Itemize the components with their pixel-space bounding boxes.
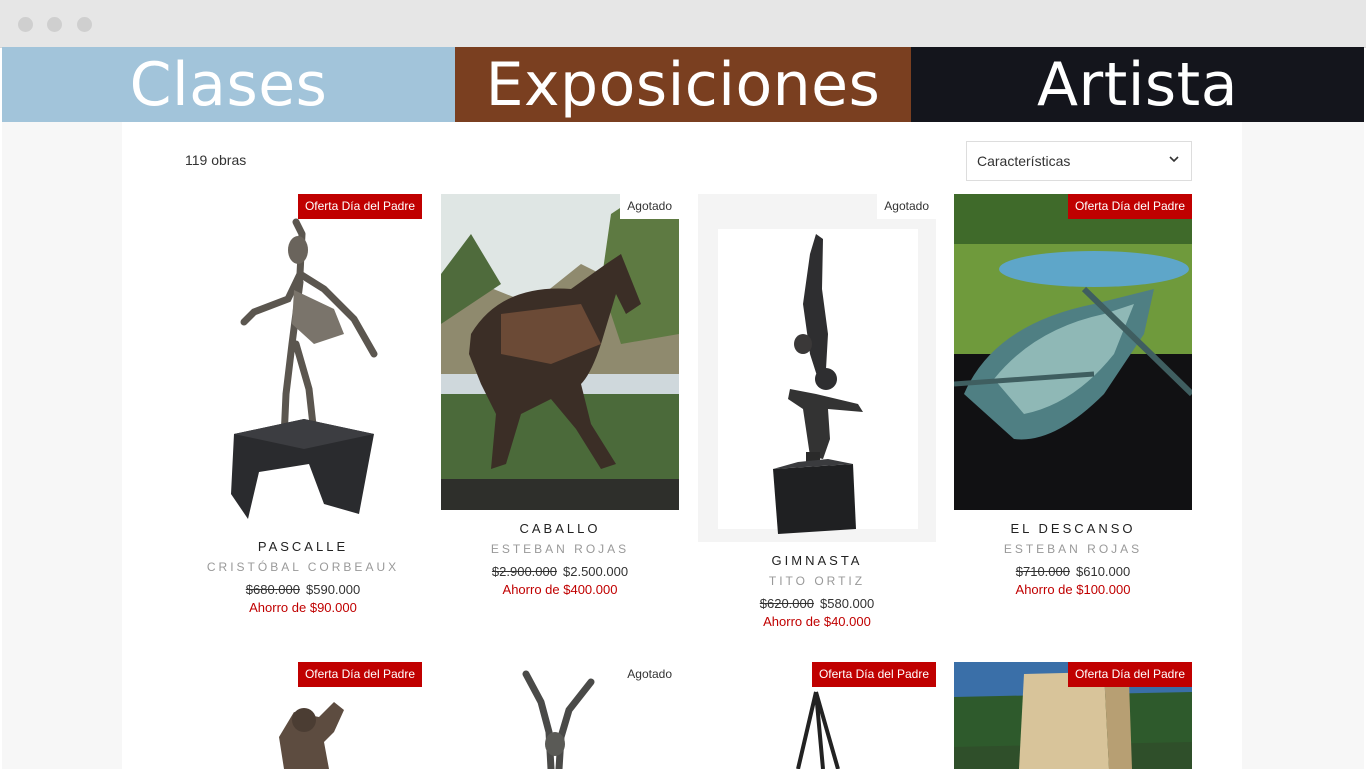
chevron-down-icon bbox=[1169, 156, 1179, 163]
sale-badge: Oferta Día del Padre bbox=[1067, 194, 1192, 219]
product-info: EL DESCANSO ESTEBAN ROJAS $710.000 $610.0… bbox=[954, 521, 1192, 597]
window-close-dot[interactable] bbox=[18, 17, 33, 32]
product-info: CABALLO ESTEBAN ROJAS $2.900.000 $2.500.0… bbox=[441, 521, 679, 597]
sale-price: $2.500.000 bbox=[563, 564, 629, 579]
nav-item-exposiciones[interactable]: Exposiciones bbox=[455, 47, 911, 122]
sale-badge: Oferta Día del Padre bbox=[297, 194, 422, 219]
soldout-badge: Agotado bbox=[620, 194, 679, 219]
saving-label: Ahorro de $100.000 bbox=[1015, 582, 1131, 597]
old-price: $680.000 bbox=[245, 582, 300, 597]
browser-window-bar bbox=[0, 0, 1366, 48]
product-artist[interactable]: ESTEBAN ROJAS bbox=[954, 542, 1192, 556]
nav-item-clases[interactable]: Clases bbox=[2, 47, 455, 122]
sale-price: $580.000 bbox=[820, 596, 875, 611]
window-maximize-dot[interactable] bbox=[77, 17, 92, 32]
product-prices: $710.000 $610.000 bbox=[954, 564, 1192, 579]
old-price: $2.900.000 bbox=[491, 564, 557, 579]
nav-item-artista[interactable]: Artista bbox=[911, 47, 1364, 122]
window-minimize-dot[interactable] bbox=[47, 17, 62, 32]
saving-label: Ahorro de $400.000 bbox=[502, 582, 618, 597]
product-title[interactable]: EL DESCANSO bbox=[954, 521, 1192, 536]
sale-price: $590.000 bbox=[306, 582, 361, 597]
product-image[interactable] bbox=[184, 194, 422, 524]
product-prices: $620.000 $580.000 bbox=[698, 596, 936, 611]
sculpture-dancer-image bbox=[184, 194, 422, 524]
sculpture-gymnast-image bbox=[698, 194, 936, 542]
sculpture-horse-image bbox=[441, 194, 679, 510]
sort-selected-value: Características bbox=[977, 153, 1071, 169]
product-image[interactable] bbox=[441, 194, 679, 510]
product-title[interactable]: GIMNASTA bbox=[698, 553, 936, 568]
product-image[interactable] bbox=[698, 194, 936, 542]
sale-badge: Oferta Día del Padre bbox=[1067, 662, 1192, 687]
product-count: 119 obras bbox=[185, 152, 247, 168]
product-image[interactable] bbox=[954, 194, 1192, 510]
product-info: GIMNASTA TITO ORTIZ $620.000 $580.000 Aho… bbox=[698, 553, 936, 629]
product-artist[interactable]: CRISTÓBAL CORBEAUX bbox=[184, 560, 422, 574]
soldout-badge: Agotado bbox=[620, 662, 679, 687]
old-price: $710.000 bbox=[1015, 564, 1070, 579]
saving-label: Ahorro de $90.000 bbox=[249, 600, 357, 615]
sale-price: $610.000 bbox=[1076, 564, 1131, 579]
soldout-badge: Agotado bbox=[877, 194, 936, 219]
sculpture-boat-image bbox=[954, 194, 1192, 510]
product-title[interactable]: PASCALLE bbox=[184, 539, 422, 554]
product-artist[interactable]: TITO ORTIZ bbox=[698, 574, 936, 588]
product-artist[interactable]: ESTEBAN ROJAS bbox=[441, 542, 679, 556]
sale-badge: Oferta Día del Padre bbox=[811, 662, 936, 687]
product-prices: $2.900.000 $2.500.000 bbox=[441, 564, 679, 579]
product-info: PASCALLE CRISTÓBAL CORBEAUX $680.000 $590… bbox=[184, 539, 422, 615]
sale-badge: Oferta Día del Padre bbox=[297, 662, 422, 687]
saving-label: Ahorro de $40.000 bbox=[763, 614, 871, 629]
old-price: $620.000 bbox=[759, 596, 814, 611]
sort-select[interactable]: Características bbox=[966, 141, 1192, 181]
product-prices: $680.000 $590.000 bbox=[184, 582, 422, 597]
top-navigation: Clases Exposiciones Artista bbox=[2, 47, 1364, 122]
catalog-section: 119 obras Características Oferta Día del… bbox=[122, 122, 1242, 769]
product-title[interactable]: CABALLO bbox=[441, 521, 679, 536]
